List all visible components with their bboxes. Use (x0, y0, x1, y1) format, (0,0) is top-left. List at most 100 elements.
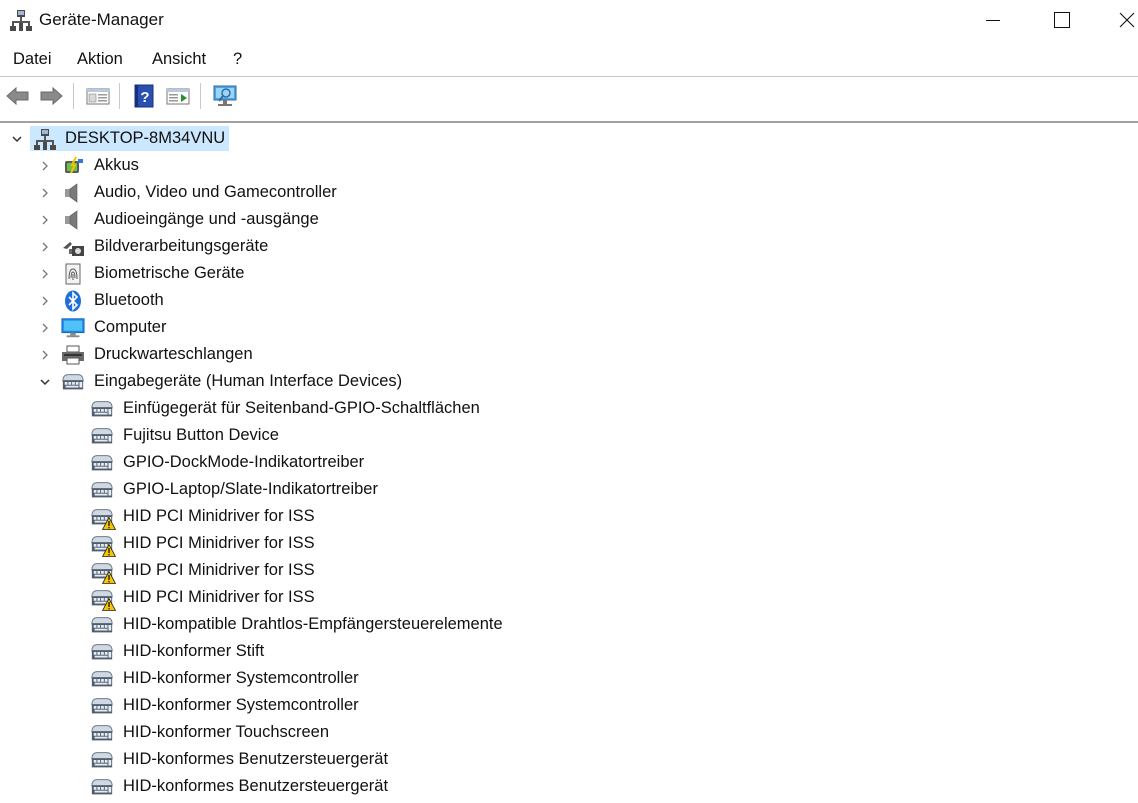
chevron-down-icon[interactable] (39, 376, 51, 388)
menu-aktion[interactable]: Aktion (77, 50, 123, 69)
tree-device-node[interactable]: GPIO-Laptop/Slate-Indikatortreiber (0, 476, 1138, 503)
hid-warning-icon (90, 506, 116, 530)
menu-help[interactable]: ? (233, 50, 242, 69)
hid-icon (90, 425, 114, 447)
tree-category-node[interactable]: Audioeingänge und -ausgänge (0, 206, 1138, 233)
speaker-icon (61, 182, 85, 204)
help-icon: ? (134, 84, 154, 108)
speaker-icon (61, 209, 85, 231)
toolbar-separator (200, 83, 201, 109)
chevron-right-icon[interactable] (39, 160, 51, 172)
hid-icon (90, 749, 114, 771)
tree-category-label: Audioeingänge und -ausgänge (94, 210, 319, 228)
chevron-right-icon[interactable] (39, 187, 51, 199)
tree-device-node[interactable]: HID-konformer Touchscreen (0, 719, 1138, 746)
bluetooth-icon (61, 290, 85, 312)
toolbar-separator (73, 83, 74, 109)
hid-icon (90, 479, 114, 501)
hid-icon (61, 371, 85, 393)
tree-device-label: GPIO-Laptop/Slate-Indikatortreiber (123, 480, 378, 498)
tree-device-node[interactable]: HID-konformer Systemcontroller (0, 692, 1138, 719)
chevron-down-icon[interactable] (11, 133, 23, 145)
tree-device-node[interactable]: Fujitsu Button Device (0, 422, 1138, 449)
chevron-right-icon[interactable] (39, 241, 51, 253)
toolbar-separator (119, 83, 120, 109)
maximize-icon (1054, 12, 1070, 28)
back-button[interactable] (4, 82, 32, 110)
window-title: Geräte-Manager (39, 10, 164, 29)
hid-warning-icon (90, 560, 116, 584)
show-hide-console-tree-button[interactable] (84, 82, 112, 110)
tree-device-label: HID-konformer Touchscreen (123, 723, 330, 741)
scan-hardware-icon (213, 85, 237, 106)
properties-pane-icon (86, 88, 110, 105)
hid-icon (90, 398, 114, 420)
chevron-right-icon[interactable] (39, 322, 51, 334)
help-button[interactable]: ? (130, 82, 158, 110)
minimize-button[interactable] (970, 0, 1016, 40)
hid-warning-icon (90, 587, 116, 611)
tree-category-node[interactable]: Computer (0, 314, 1138, 341)
scan-hardware-button[interactable] (211, 82, 239, 110)
back-arrow-icon (6, 86, 29, 106)
camera-icon (61, 236, 85, 258)
tree-device-node[interactable]: HID-kompatible Drahtlos-Empfängersteuere… (0, 611, 1138, 638)
minimize-icon (986, 20, 1000, 21)
tree-device-node[interactable]: HID PCI Minidriver for ISS (0, 530, 1138, 557)
tree-root-node[interactable]: DESKTOP-8M34VNU (0, 125, 1138, 152)
hid-icon (90, 695, 114, 717)
tree-device-node[interactable]: HID PCI Minidriver for ISS (0, 557, 1138, 584)
tree-device-label: HID PCI Minidriver for ISS (123, 588, 315, 606)
menu-ansicht[interactable]: Ansicht (152, 50, 206, 69)
tree-category-label: Bildverarbeitungsgeräte (94, 237, 269, 255)
svg-text:?: ? (140, 89, 149, 106)
chevron-right-icon[interactable] (39, 268, 51, 280)
tree-device-label: HID PCI Minidriver for ISS (123, 561, 315, 579)
tree-device-node[interactable]: HID-konformes Benutzersteuergerät (0, 746, 1138, 773)
close-icon (1119, 12, 1135, 28)
menu-divider (0, 76, 1138, 77)
toolbar: ? (0, 78, 1138, 116)
chevron-right-icon[interactable] (39, 295, 51, 307)
tree-device-node[interactable]: GPIO-DockMode-Indikatortreiber (0, 449, 1138, 476)
tree-category-node[interactable]: Bildverarbeitungsgeräte (0, 233, 1138, 260)
tree-device-label: HID-konformer Stift (123, 642, 265, 660)
hid-icon (90, 452, 114, 474)
show-hide-action-pane-button[interactable] (164, 82, 192, 110)
tree-category-node[interactable]: Druckwarteschlangen (0, 341, 1138, 368)
tree-category-node[interactable]: Akkus (0, 152, 1138, 179)
forward-button[interactable] (37, 82, 65, 110)
tree-device-node[interactable]: HID PCI Minidriver for ISS (0, 584, 1138, 611)
tree-category-node[interactable]: Biometrische Geräte (0, 260, 1138, 287)
monitor-icon (61, 317, 85, 339)
hid-icon (90, 614, 114, 636)
hid-icon (90, 776, 114, 798)
printer-icon (61, 344, 85, 366)
tree-category-node[interactable]: Eingabegeräte (Human Interface Devices) (0, 368, 1138, 395)
computer-network-icon (33, 128, 57, 150)
maximize-button[interactable] (1039, 0, 1085, 40)
tree-category-label: Biometrische Geräte (94, 264, 245, 282)
tree-device-node[interactable]: HID-konformer Systemcontroller (0, 665, 1138, 692)
tree-device-label: Einfügegerät für Seitenband-GPIO-Schaltf… (123, 399, 480, 417)
tree-category-label: Audio, Video und Gamecontroller (94, 183, 337, 201)
chevron-right-icon[interactable] (39, 214, 51, 226)
action-pane-icon (166, 88, 190, 105)
hid-icon (90, 668, 114, 690)
tree-device-label: HID PCI Minidriver for ISS (123, 534, 315, 552)
tree-category-label: Akkus (94, 156, 139, 174)
device-manager-app-icon (10, 9, 32, 31)
tree-device-node[interactable]: HID-konformer Stift (0, 638, 1138, 665)
tree-device-node[interactable]: HID-konformes Benutzersteuergerät (0, 773, 1138, 800)
tree-device-label: HID-konformes Benutzersteuergerät (123, 777, 389, 795)
tree-category-node[interactable]: Bluetooth (0, 287, 1138, 314)
fingerprint-icon (61, 263, 85, 285)
tree-category-node[interactable]: Audio, Video und Gamecontroller (0, 179, 1138, 206)
chevron-right-icon[interactable] (39, 349, 51, 361)
hid-warning-icon (90, 533, 116, 557)
tree-device-node[interactable]: Einfügegerät für Seitenband-GPIO-Schaltf… (0, 395, 1138, 422)
menu-bar: Datei Aktion Ansicht ? (0, 48, 1138, 74)
menu-datei[interactable]: Datei (13, 50, 52, 69)
tree-device-node[interactable]: HID PCI Minidriver for ISS (0, 503, 1138, 530)
close-button[interactable] (1104, 0, 1138, 40)
